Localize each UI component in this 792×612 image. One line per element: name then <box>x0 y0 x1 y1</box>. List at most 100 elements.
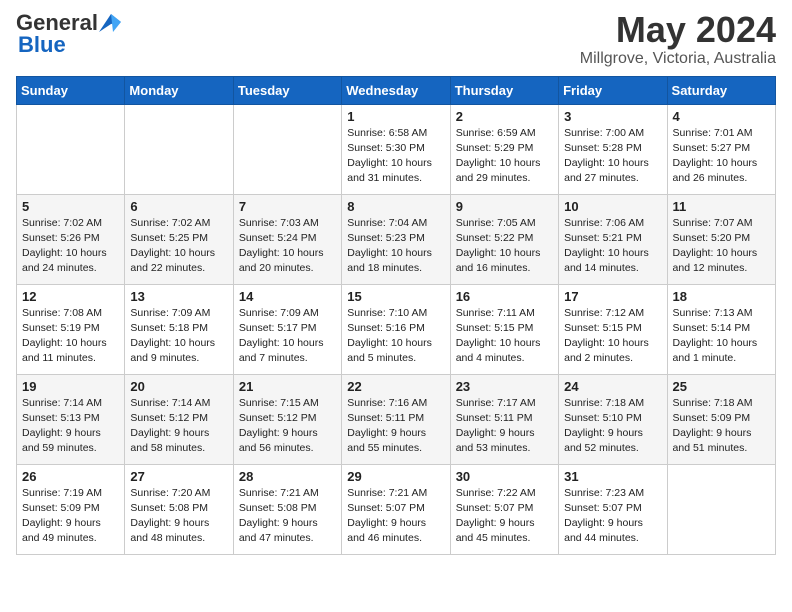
day-number: 18 <box>673 289 770 304</box>
day-number: 14 <box>239 289 336 304</box>
day-info: Sunrise: 7:09 AM Sunset: 5:18 PM Dayligh… <box>130 306 227 367</box>
logo-blue: Blue <box>18 32 66 58</box>
calendar-cell: 9Sunrise: 7:05 AM Sunset: 5:22 PM Daylig… <box>450 194 558 284</box>
calendar-cell: 18 Sunrise: 7:13 AM Sunset: 5:14 PM Dayli… <box>667 284 775 374</box>
calendar-cell <box>17 104 125 194</box>
calendar-cell: 28 Sunrise: 7:21 AM Sunset: 5:08 PM Dayli… <box>233 464 341 554</box>
day-number: 30 <box>456 469 553 484</box>
calendar-page: General Blue May 2024 Millgrove, Victori… <box>0 0 792 571</box>
calendar-cell: 19Sunrise: 7:14 AM Sunset: 5:13 PM Dayli… <box>17 374 125 464</box>
calendar-cell: 13 Sunrise: 7:09 AM Sunset: 5:18 PM Dayli… <box>125 284 233 374</box>
day-number: 22 <box>347 379 444 394</box>
day-info: Sunrise: 7:07 AM Sunset: 5:20 PM Dayligh… <box>673 216 770 277</box>
calendar-cell: 3 Sunrise: 7:00 AM Sunset: 5:28 PM Daylig… <box>559 104 667 194</box>
calendar-cell: 26 Sunrise: 7:19 AM Sunset: 5:09 PM Dayli… <box>17 464 125 554</box>
day-info: Sunrise: 7:17 AM Sunset: 5:11 PM Dayligh… <box>456 396 553 457</box>
calendar-week-row: 19Sunrise: 7:14 AM Sunset: 5:13 PM Dayli… <box>17 374 776 464</box>
calendar-week-row: 26 Sunrise: 7:19 AM Sunset: 5:09 PM Dayli… <box>17 464 776 554</box>
day-info: Sunrise: 7:08 AM Sunset: 5:19 PM Dayligh… <box>22 306 119 367</box>
page-subtitle: Millgrove, Victoria, Australia <box>580 50 776 68</box>
calendar-week-row: 12 Sunrise: 7:08 AM Sunset: 5:19 PM Dayli… <box>17 284 776 374</box>
calendar-cell: 23 Sunrise: 7:17 AM Sunset: 5:11 PM Dayli… <box>450 374 558 464</box>
day-number: 12 <box>22 289 119 304</box>
day-number: 11 <box>673 199 770 214</box>
day-number: 21 <box>239 379 336 394</box>
calendar-cell: 6 Sunrise: 7:02 AM Sunset: 5:25 PM Daylig… <box>125 194 233 284</box>
calendar-table: Sunday Monday Tuesday Wednesday Thursday… <box>16 76 776 555</box>
calendar-cell: 16 Sunrise: 7:11 AM Sunset: 5:15 PM Dayli… <box>450 284 558 374</box>
calendar-week-row: 5 Sunrise: 7:02 AM Sunset: 5:26 PM Daylig… <box>17 194 776 284</box>
calendar-cell: 5 Sunrise: 7:02 AM Sunset: 5:26 PM Daylig… <box>17 194 125 284</box>
calendar-cell: 25 Sunrise: 7:18 AM Sunset: 5:09 PM Dayli… <box>667 374 775 464</box>
day-info: Sunrise: 7:02 AM Sunset: 5:26 PM Dayligh… <box>22 216 119 277</box>
day-number: 5 <box>22 199 119 214</box>
calendar-cell: 10 Sunrise: 7:06 AM Sunset: 5:21 PM Dayli… <box>559 194 667 284</box>
day-number: 24 <box>564 379 661 394</box>
day-number: 13 <box>130 289 227 304</box>
day-info: Sunrise: 7:18 AM Sunset: 5:09 PM Dayligh… <box>673 396 770 457</box>
day-info: Sunrise: 7:15 AM Sunset: 5:12 PM Dayligh… <box>239 396 336 457</box>
day-info: Sunrise: 7:04 AM Sunset: 5:23 PM Dayligh… <box>347 216 444 277</box>
day-number: 17 <box>564 289 661 304</box>
calendar-cell: 15 Sunrise: 7:10 AM Sunset: 5:16 PM Dayli… <box>342 284 450 374</box>
day-info: Sunrise: 7:02 AM Sunset: 5:25 PM Dayligh… <box>130 216 227 277</box>
col-thursday: Thursday <box>450 76 558 104</box>
day-info: Sunrise: 7:03 AM Sunset: 5:24 PM Dayligh… <box>239 216 336 277</box>
day-info: Sunrise: 7:14 AM Sunset: 5:12 PM Dayligh… <box>130 396 227 457</box>
day-number: 23 <box>456 379 553 394</box>
calendar-cell: 31 Sunrise: 7:23 AM Sunset: 5:07 PM Dayli… <box>559 464 667 554</box>
day-info: Sunrise: 7:11 AM Sunset: 5:15 PM Dayligh… <box>456 306 553 367</box>
day-info: Sunrise: 7:00 AM Sunset: 5:28 PM Dayligh… <box>564 126 661 187</box>
day-number: 3 <box>564 109 661 124</box>
col-tuesday: Tuesday <box>233 76 341 104</box>
calendar-cell: 27Sunrise: 7:20 AM Sunset: 5:08 PM Dayli… <box>125 464 233 554</box>
day-info: Sunrise: 7:09 AM Sunset: 5:17 PM Dayligh… <box>239 306 336 367</box>
col-friday: Friday <box>559 76 667 104</box>
page-title: May 2024 <box>580 10 776 50</box>
calendar-week-row: 1Sunrise: 6:58 AM Sunset: 5:30 PM Daylig… <box>17 104 776 194</box>
col-wednesday: Wednesday <box>342 76 450 104</box>
day-number: 26 <box>22 469 119 484</box>
calendar-cell: 8 Sunrise: 7:04 AM Sunset: 5:23 PM Daylig… <box>342 194 450 284</box>
day-number: 31 <box>564 469 661 484</box>
day-number: 16 <box>456 289 553 304</box>
day-info: Sunrise: 6:59 AM Sunset: 5:29 PM Dayligh… <box>456 126 553 187</box>
calendar-cell: 21 Sunrise: 7:15 AM Sunset: 5:12 PM Dayli… <box>233 374 341 464</box>
calendar-cell: 17 Sunrise: 7:12 AM Sunset: 5:15 PM Dayli… <box>559 284 667 374</box>
page-header: General Blue May 2024 Millgrove, Victori… <box>16 10 776 68</box>
calendar-cell: 1Sunrise: 6:58 AM Sunset: 5:30 PM Daylig… <box>342 104 450 194</box>
day-number: 2 <box>456 109 553 124</box>
calendar-cell: 12 Sunrise: 7:08 AM Sunset: 5:19 PM Dayli… <box>17 284 125 374</box>
day-number: 9 <box>456 199 553 214</box>
calendar-cell: 2 Sunrise: 6:59 AM Sunset: 5:29 PM Daylig… <box>450 104 558 194</box>
day-info: Sunrise: 7:23 AM Sunset: 5:07 PM Dayligh… <box>564 486 661 547</box>
day-number: 7 <box>239 199 336 214</box>
day-number: 19 <box>22 379 119 394</box>
day-number: 29 <box>347 469 444 484</box>
day-number: 15 <box>347 289 444 304</box>
day-number: 6 <box>130 199 227 214</box>
calendar-cell: 29 Sunrise: 7:21 AM Sunset: 5:07 PM Dayli… <box>342 464 450 554</box>
day-number: 4 <box>673 109 770 124</box>
calendar-header-row: Sunday Monday Tuesday Wednesday Thursday… <box>17 76 776 104</box>
calendar-cell: 11 Sunrise: 7:07 AM Sunset: 5:20 PM Dayli… <box>667 194 775 284</box>
day-number: 8 <box>347 199 444 214</box>
day-info: Sunrise: 7:21 AM Sunset: 5:08 PM Dayligh… <box>239 486 336 547</box>
calendar-cell: 7 Sunrise: 7:03 AM Sunset: 5:24 PM Daylig… <box>233 194 341 284</box>
calendar-cell: 4Sunrise: 7:01 AM Sunset: 5:27 PM Daylig… <box>667 104 775 194</box>
calendar-cell: 30Sunrise: 7:22 AM Sunset: 5:07 PM Dayli… <box>450 464 558 554</box>
day-number: 28 <box>239 469 336 484</box>
day-info: Sunrise: 7:16 AM Sunset: 5:11 PM Dayligh… <box>347 396 444 457</box>
day-info: Sunrise: 7:21 AM Sunset: 5:07 PM Dayligh… <box>347 486 444 547</box>
day-number: 25 <box>673 379 770 394</box>
calendar-cell <box>667 464 775 554</box>
day-info: Sunrise: 7:13 AM Sunset: 5:14 PM Dayligh… <box>673 306 770 367</box>
calendar-cell <box>233 104 341 194</box>
day-info: Sunrise: 7:19 AM Sunset: 5:09 PM Dayligh… <box>22 486 119 547</box>
day-number: 1 <box>347 109 444 124</box>
day-info: Sunrise: 7:06 AM Sunset: 5:21 PM Dayligh… <box>564 216 661 277</box>
day-number: 10 <box>564 199 661 214</box>
day-info: Sunrise: 7:12 AM Sunset: 5:15 PM Dayligh… <box>564 306 661 367</box>
day-info: Sunrise: 7:10 AM Sunset: 5:16 PM Dayligh… <box>347 306 444 367</box>
calendar-cell: 14 Sunrise: 7:09 AM Sunset: 5:17 PM Dayli… <box>233 284 341 374</box>
